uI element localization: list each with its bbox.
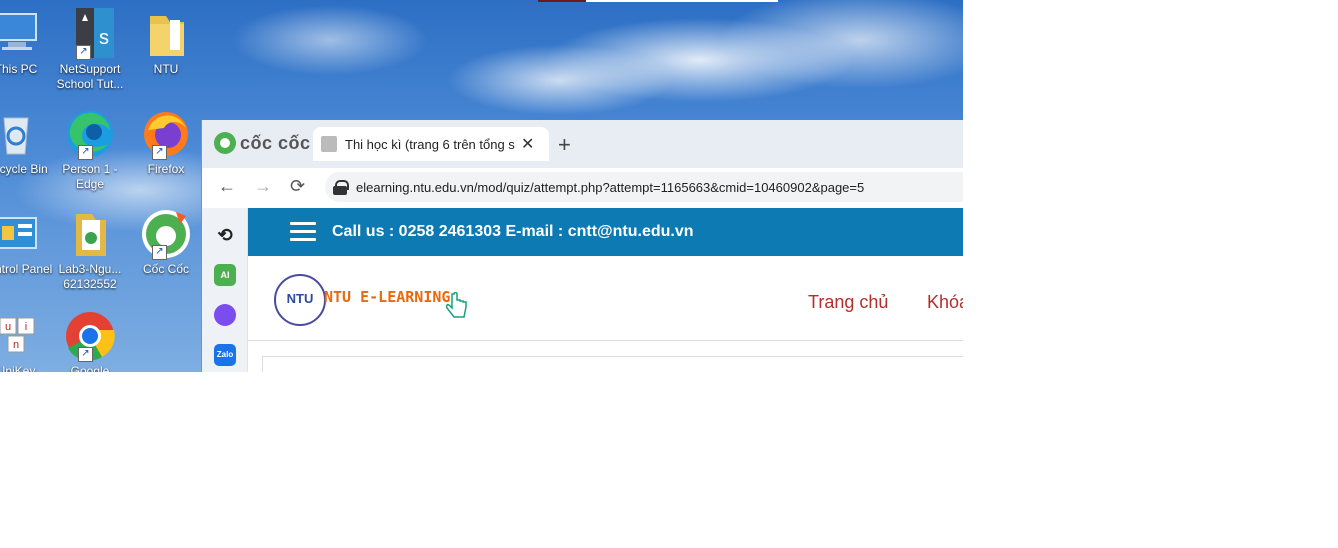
folder-icon bbox=[64, 208, 116, 260]
menu-icon[interactable] bbox=[290, 222, 316, 242]
hand-pointer-icon bbox=[445, 291, 468, 318]
svg-text:i: i bbox=[25, 321, 27, 333]
desktop-icon-label: Cốc Cốc bbox=[142, 262, 189, 276]
desktop-icon-unikey[interactable]: u in UniKey bbox=[0, 310, 54, 372]
address-bar[interactable]: elearning.ntu.edu.vn/mod/quiz/attempt.ph… bbox=[325, 172, 963, 202]
edge-icon: ↗ bbox=[64, 108, 116, 160]
browser-side-panel: ⟲ AI Zalo bbox=[202, 208, 247, 372]
desktop-icon-coccoc[interactable]: ↗ Cốc Cốc bbox=[128, 208, 204, 277]
coccoc-logo-icon bbox=[214, 132, 236, 154]
folder-icon bbox=[140, 8, 192, 60]
desktop-icon-google-chrome[interactable]: ↗ Google bbox=[52, 310, 128, 372]
recycle-bin-icon bbox=[0, 108, 42, 160]
desktop-icon-label: Recycle Bin bbox=[0, 162, 48, 176]
page-favicon-icon bbox=[321, 136, 337, 152]
logo-text: NTU bbox=[286, 291, 314, 306]
brand-text: cốc cốc bbox=[240, 132, 311, 153]
desktop-icon-ntu[interactable]: NTU bbox=[128, 8, 204, 77]
svg-text:s: s bbox=[99, 27, 109, 49]
svg-text:n: n bbox=[13, 339, 19, 351]
back-button[interactable]: ← bbox=[218, 176, 236, 197]
desktop-icon-label: This PC bbox=[0, 62, 38, 76]
unikey-icon: u in bbox=[0, 310, 42, 362]
desktop-icon-lab3[interactable]: Lab3-Ngu... 62132552 bbox=[52, 208, 128, 292]
forward-button[interactable]: → bbox=[254, 176, 272, 197]
coccoc-icon: ↗ bbox=[140, 208, 192, 260]
netsupport-icon: s ↗ bbox=[64, 8, 116, 60]
desktop: This PC s ↗ NetSupport School Tut... NTU… bbox=[0, 0, 963, 372]
history-icon[interactable]: ⟲ bbox=[214, 224, 236, 246]
site-name[interactable]: NTU E-LEARNING bbox=[324, 288, 450, 306]
browser-toolbar: ← → ⟳ elearning.ntu.edu.vn/mod/quiz/atte… bbox=[202, 168, 963, 208]
desktop-icon-this-pc[interactable]: This PC bbox=[0, 8, 54, 77]
desktop-icon-label: NTU bbox=[153, 62, 179, 76]
desktop-icon-recycle-bin[interactable]: Recycle Bin bbox=[0, 108, 54, 177]
messenger-icon[interactable] bbox=[214, 304, 236, 326]
site-topbar: Call us : 0258 2461303 E-mail : cntt@ntu… bbox=[248, 208, 963, 256]
desktop-icon-label: Lab3-Ngu... 62132552 bbox=[58, 262, 122, 291]
browser-brand[interactable]: cốc cốc bbox=[214, 132, 311, 154]
zalo-icon[interactable]: Zalo bbox=[214, 344, 236, 366]
desktop-icon-edge[interactable]: ↗ Person 1 - Edge bbox=[52, 108, 128, 192]
desktop-icon-label: Google bbox=[70, 364, 110, 372]
taskbar-strip bbox=[538, 0, 778, 2]
browser-tab[interactable]: Thi học kì (trang 6 trên tổng số ✕ bbox=[313, 127, 549, 161]
firefox-icon: ↗ bbox=[140, 108, 192, 160]
desktop-icon-firefox[interactable]: ↗ Firefox bbox=[128, 108, 204, 177]
lock-icon[interactable] bbox=[333, 180, 349, 195]
desktop-icon-label: NetSupport School Tut... bbox=[56, 62, 124, 91]
tab-title: Thi học kì (trang 6 trên tổng số bbox=[345, 136, 515, 152]
web-page: Call us : 0258 2461303 E-mail : cntt@ntu… bbox=[248, 208, 963, 372]
ai-icon[interactable]: AI bbox=[214, 264, 236, 286]
desktop-icon-label: Firefox bbox=[147, 162, 185, 176]
ntu-logo[interactable]: NTU bbox=[274, 274, 326, 326]
contact-info: Call us : 0258 2461303 E-mail : cntt@ntu… bbox=[332, 223, 694, 240]
tab-strip: cốc cốc Thi học kì (trang 6 trên tổng số… bbox=[202, 120, 963, 168]
nav-link-courses[interactable]: Khóa bbox=[927, 292, 963, 313]
desktop-icon-label: UniKey bbox=[0, 364, 36, 372]
desktop-icon-control-panel[interactable]: Control Panel bbox=[0, 208, 54, 277]
desktop-icon-label: Person 1 - Edge bbox=[62, 162, 118, 191]
control-panel-icon bbox=[0, 208, 42, 260]
content-area bbox=[262, 356, 963, 372]
desktop-icon-label: Control Panel bbox=[0, 262, 53, 276]
computer-icon bbox=[0, 8, 42, 60]
nav-link-home[interactable]: Trang chủ bbox=[808, 292, 888, 313]
close-tab-icon[interactable]: ✕ bbox=[521, 134, 534, 154]
reload-button[interactable]: ⟳ bbox=[290, 176, 305, 197]
chrome-icon: ↗ bbox=[64, 310, 116, 362]
svg-text:u: u bbox=[5, 321, 11, 333]
url-text: elearning.ntu.edu.vn/mod/quiz/attempt.ph… bbox=[356, 179, 865, 195]
desktop-icon-netsupport[interactable]: s ↗ NetSupport School Tut... bbox=[52, 8, 128, 92]
site-header: NTU NTU E-LEARNING Trang chủ Khóa bbox=[248, 256, 963, 341]
browser-window: cốc cốc Thi học kì (trang 6 trên tổng số… bbox=[201, 120, 963, 372]
new-tab-button[interactable]: + bbox=[558, 132, 571, 158]
